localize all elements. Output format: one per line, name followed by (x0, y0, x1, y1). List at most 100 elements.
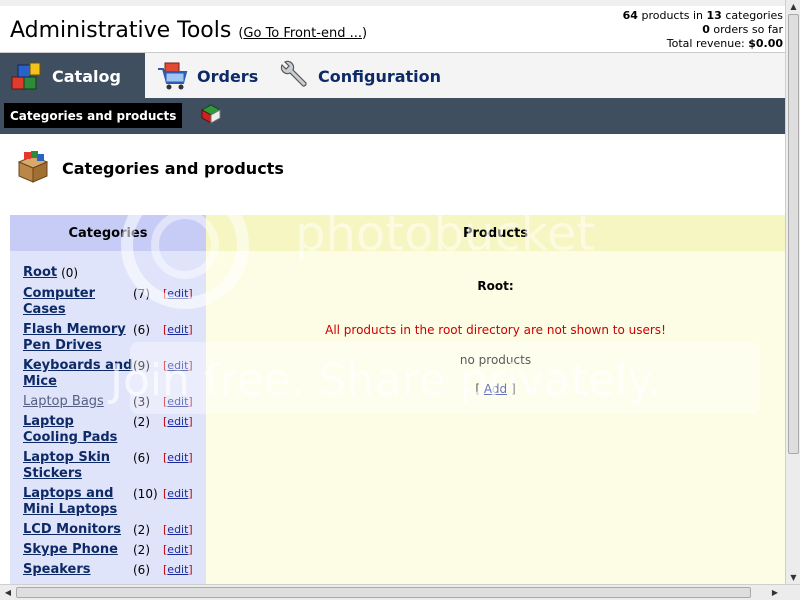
category-edit-link[interactable]: edit (167, 451, 188, 464)
category-edit-link[interactable]: edit (167, 523, 188, 536)
category-link[interactable]: Skype Phone (23, 542, 133, 558)
category-count: (10) (133, 487, 158, 501)
add-bracket-open: [ (475, 382, 484, 396)
tab-catalog[interactable]: Catalog (0, 53, 145, 99)
category-edit-link[interactable]: edit (167, 563, 188, 576)
tab-configuration[interactable]: Configuration (276, 53, 441, 99)
browser-viewport: Administrative Tools (Go To Front-end ..… (0, 0, 785, 584)
stats-products-line: 64 products in 13 categories (623, 9, 783, 23)
categories-panel: Categories Root (0) Computer Cases (7) [ed… (10, 215, 206, 584)
category-link[interactable]: Laptop Skin Stickers (23, 450, 133, 482)
scroll-down-arrow-icon[interactable]: ▼ (787, 571, 800, 584)
category-edit-wrap: [edit] (163, 450, 193, 466)
edit-bracket-close: ] (188, 323, 193, 336)
category-edit-link[interactable]: edit (167, 415, 188, 428)
category-edit-link[interactable]: edit (167, 543, 188, 556)
edit-bracket-close: ] (188, 359, 193, 372)
category-count: (6) (133, 563, 150, 577)
category-row: Computer Cases (7) [edit] (23, 286, 203, 318)
category-edit-link[interactable]: edit (167, 487, 188, 500)
page-title: Categories and products (62, 159, 284, 178)
category-row: Keyboards and Mice (9) [edit] (23, 358, 203, 390)
category-edit-wrap: [edit] (163, 358, 193, 374)
blocks-icon (10, 59, 44, 93)
tab-configuration-label: Configuration (318, 66, 442, 86)
edit-bracket-close: ] (188, 543, 193, 556)
category-link[interactable]: LCD Monitors (23, 522, 133, 538)
products-root-label: Root: (477, 279, 514, 293)
category-edit-wrap: [edit] (163, 414, 193, 430)
page-header: Administrative Tools (Go To Front-end ..… (0, 0, 785, 52)
edit-bracket-close: ] (188, 395, 193, 408)
orders-count: 0 (702, 23, 710, 36)
edit-bracket-close: ] (188, 523, 193, 536)
scroll-left-arrow-icon[interactable]: ◀ (1, 586, 15, 600)
edit-bracket-close: ] (188, 451, 193, 464)
category-row: Laptop Bags (3) [edit] (23, 394, 203, 410)
vertical-scrollbar[interactable]: ▲ ▼ (785, 0, 800, 584)
categories-suffix: categories (721, 9, 783, 22)
products-panel: Products Root: All products in the root … (206, 215, 785, 584)
category-edit-wrap: [edit] (163, 522, 193, 538)
page-heading: Categories and products (16, 150, 284, 187)
category-link[interactable]: Laptop Cooling Pads (23, 414, 133, 446)
frontend-link[interactable]: Go To Front-end ... (243, 26, 362, 41)
book-icon[interactable] (199, 102, 223, 126)
category-link[interactable]: Keyboards and Mice (23, 358, 133, 390)
category-edit-wrap: [edit] (163, 562, 193, 578)
empty-products-message: no products (459, 353, 532, 367)
stats-revenue-line: Total revenue: $0.00 (623, 37, 783, 51)
horizontal-scrollbar[interactable]: ◀ ▶ (0, 584, 800, 600)
category-count-root: (0) (61, 266, 79, 280)
category-edit-link[interactable]: edit (167, 359, 188, 372)
edit-bracket-close: ] (188, 415, 193, 428)
category-edit-wrap: [edit] (163, 542, 193, 558)
category-link-root[interactable]: Root (23, 265, 57, 281)
category-row: Laptop Cooling Pads (2) [edit] (23, 414, 203, 446)
scroll-right-arrow-icon[interactable]: ▶ (768, 586, 782, 600)
horizontal-scroll-thumb[interactable] (16, 587, 751, 598)
vertical-scroll-thumb[interactable] (788, 14, 799, 454)
app-title: Administrative Tools (Go To Front-end ..… (10, 18, 367, 43)
category-row: LCD Monitors (2) [edit] (23, 522, 203, 538)
categories-header: Categories (10, 215, 206, 251)
revenue-value: $0.00 (748, 37, 783, 50)
category-row: Flash Memory Pen Drives (6) [edit] (23, 322, 203, 354)
category-count: (2) (133, 415, 150, 429)
category-edit-link[interactable]: edit (167, 395, 188, 408)
category-count: (7) (133, 287, 150, 301)
add-bracket-close: ] (507, 382, 516, 396)
tab-orders-label: Orders (197, 66, 259, 86)
edit-bracket-close: ] (188, 487, 193, 500)
category-count: (3) (133, 395, 150, 409)
category-edit-link[interactable]: edit (167, 323, 188, 336)
orders-suffix: orders so far (709, 23, 783, 36)
category-link[interactable]: Laptops and Mini Laptops (23, 486, 133, 518)
category-count: (2) (133, 543, 150, 557)
category-link[interactable]: Laptop Bags (23, 394, 133, 410)
sub-nav: Categories and products (0, 98, 785, 134)
add-product-link[interactable]: Add (484, 382, 507, 396)
category-link[interactable]: Speakers (23, 562, 133, 578)
category-link[interactable]: Computer Cases (23, 286, 133, 318)
tab-orders[interactable]: Orders (155, 53, 258, 99)
category-row-root: Root (0) (23, 265, 203, 281)
products-mid: products in (637, 9, 707, 22)
category-row: Skype Phone (2) [edit] (23, 542, 203, 558)
main-nav: Catalog Orders Configuration (0, 52, 785, 99)
subtab-categories-products[interactable]: Categories and products (4, 103, 183, 128)
box-icon (16, 150, 50, 187)
paren-close: ) (361, 26, 368, 41)
category-items: Computer Cases (7) [edit] Flash Memory Pen … (23, 286, 203, 578)
edit-bracket-close: ] (188, 287, 193, 300)
revenue-label: Total revenue: (666, 37, 749, 50)
category-edit-wrap: [edit] (163, 486, 193, 502)
categories-count: 13 (706, 9, 722, 22)
category-row: Laptops and Mini Laptops (10) [edit] (23, 486, 203, 518)
category-edit-wrap: [edit] (163, 322, 193, 338)
scroll-up-arrow-icon[interactable]: ▲ (787, 0, 800, 13)
category-link[interactable]: Flash Memory Pen Drives (23, 322, 133, 354)
add-product-row: [ Add ] (206, 382, 785, 396)
category-edit-link[interactable]: edit (167, 287, 188, 300)
category-row: Laptop Skin Stickers (6) [edit] (23, 450, 203, 482)
